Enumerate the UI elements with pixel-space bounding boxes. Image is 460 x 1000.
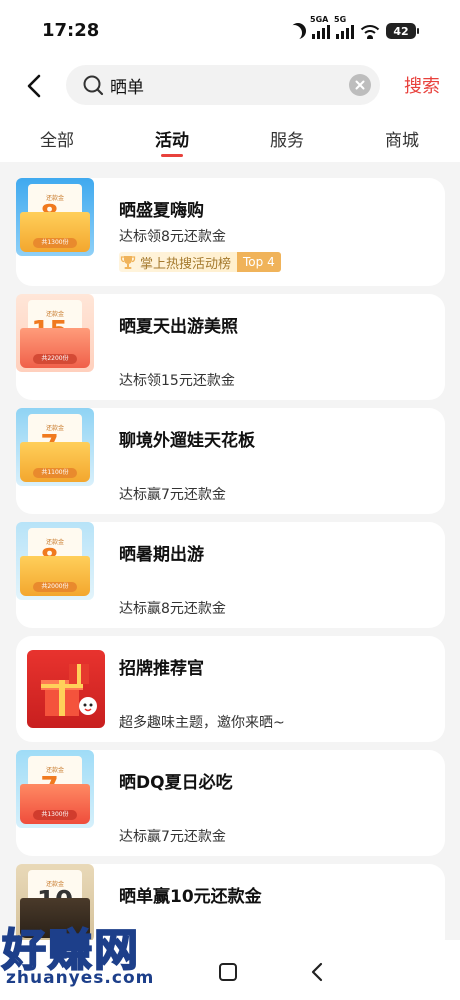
signal-5ga-icon: 5GA xyxy=(310,15,330,39)
card-subtitle: 达标赢7元还款金 xyxy=(119,487,226,503)
hot-rank-badge[interactable]: 掌上热搜活动榜 Top 4 xyxy=(119,252,281,272)
wifi-icon xyxy=(360,23,380,39)
card-subtitle: 达标领8元还款金 xyxy=(119,229,226,245)
card-subtitle: 达标领15元还款金 xyxy=(119,373,235,389)
nav-back-icon[interactable] xyxy=(306,960,330,984)
card-subtitle: 超多趣味主题，邀你来晒~ xyxy=(119,715,285,731)
result-card[interactable]: 还款金8元 共2000份 晒暑期出游 达标赢8元还款金 xyxy=(16,522,445,628)
search-box[interactable] xyxy=(66,65,380,105)
envelope-thumbnail: 还款金8元 共1300份 xyxy=(16,178,94,256)
signal-tag: 5GA xyxy=(310,15,329,24)
tab-activity[interactable]: 活动 xyxy=(155,126,189,151)
hot-rank-tag: Top 4 xyxy=(237,252,281,272)
card-title: 晒DQ夏日必吃 xyxy=(119,773,233,793)
result-card[interactable]: 还款金8元 共1300份 晒盛夏嗨购 达标领8元还款金 掌上热搜活动榜 Top … xyxy=(16,178,445,286)
result-card[interactable]: 还款金7元 共1300份 晒DQ夏日必吃 达标赢7元还款金 xyxy=(16,750,445,856)
do-not-disturb-moon-icon xyxy=(286,25,302,41)
envelope-thumbnail: 还款金15元 共2200份 xyxy=(16,294,94,372)
card-title: 晒单赢10元还款金 xyxy=(119,887,262,907)
watermark-url: zhuanyes.com xyxy=(6,968,155,988)
result-card[interactable]: 还款金15元 共2200份 晒夏天出游美照 达标领15元还款金 xyxy=(16,294,445,400)
close-icon xyxy=(355,80,365,90)
tab-mall[interactable]: 商城 xyxy=(385,126,419,151)
result-card[interactable]: 还款金7元 共1100份 聊境外遛娃天花板 达标赢7元还款金 xyxy=(16,408,445,514)
card-subtitle: 达标赢7元还款金 xyxy=(119,829,226,845)
status-time: 17:28 xyxy=(42,20,100,41)
home-button[interactable] xyxy=(219,963,237,981)
search-icon xyxy=(83,75,104,96)
result-card[interactable]: 招牌推荐官 超多趣味主题，邀你来晒~ xyxy=(16,636,445,742)
card-title: 招牌推荐官 xyxy=(119,659,204,679)
envelope-thumbnail: 还款金8元 共2000份 xyxy=(16,522,94,600)
battery-icon: 42 xyxy=(386,23,419,39)
hot-rank-text: 掌上热搜活动榜 xyxy=(140,256,232,272)
card-title: 聊境外遛娃天花板 xyxy=(119,431,255,451)
signal-tag: 5G xyxy=(334,15,347,24)
envelope-thumbnail: 还款金7元 共1100份 xyxy=(16,408,94,486)
search-submit-button[interactable]: 搜索 xyxy=(404,72,440,98)
signal-5g-icon: 5G xyxy=(334,15,354,39)
status-bar: 17:28 5GA 5G 42 xyxy=(0,0,460,60)
category-tabs: 全部 活动 服务 商城 xyxy=(0,112,460,162)
tab-all[interactable]: 全部 xyxy=(40,126,74,151)
status-icons: 5GA 5G 42 xyxy=(290,15,419,42)
card-title: 晒暑期出游 xyxy=(119,545,204,565)
trophy-icon xyxy=(120,256,136,269)
card-subtitle: 达标赢8元还款金 xyxy=(119,601,226,617)
watermark-logo: 好赚网 zhuanyes.com xyxy=(1,914,202,996)
back-button[interactable] xyxy=(18,68,54,104)
search-input[interactable] xyxy=(110,65,340,105)
envelope-thumbnail: 还款金7元 共1300份 xyxy=(16,750,94,828)
gift-box-icon xyxy=(41,664,97,716)
card-title: 晒盛夏嗨购 xyxy=(119,201,204,221)
card-title: 晒夏天出游美照 xyxy=(119,317,238,337)
tab-service[interactable]: 服务 xyxy=(270,126,304,151)
chevron-left-icon xyxy=(27,74,41,98)
search-header: 搜索 xyxy=(0,60,460,112)
clear-search-button[interactable] xyxy=(349,74,371,96)
gift-thumbnail xyxy=(27,650,105,728)
active-tab-indicator xyxy=(161,154,183,157)
